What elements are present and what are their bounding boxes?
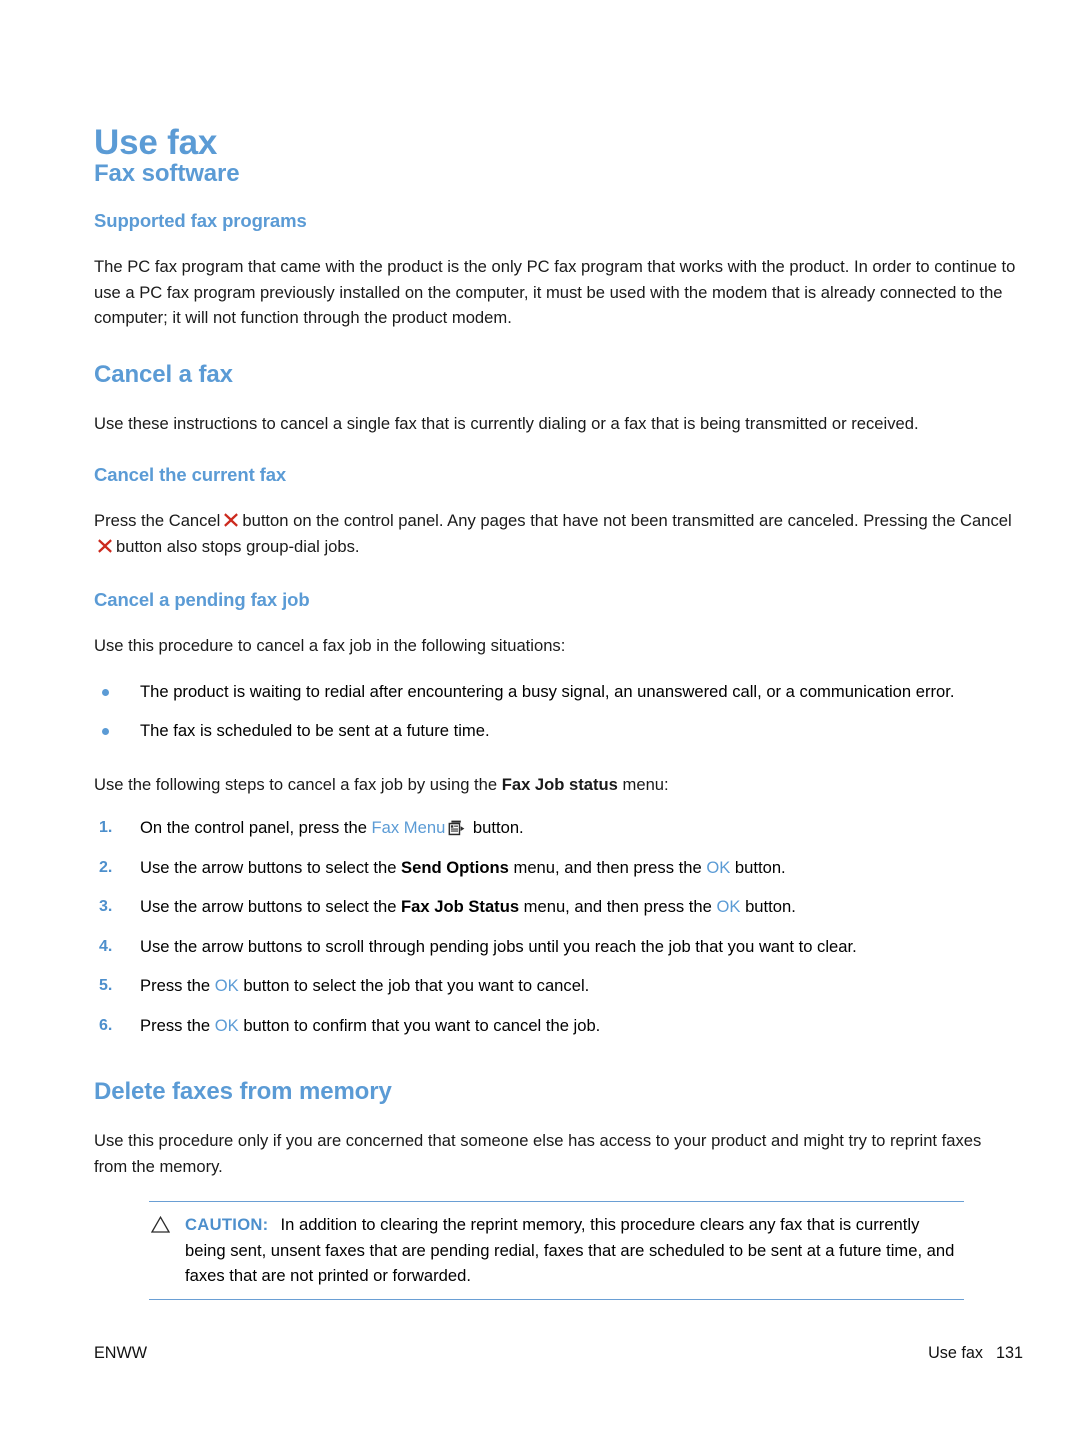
cancel-line-end: button also stops group-dial jobs. <box>116 536 360 556</box>
document-page: Use fax Fax software Supported fax progr… <box>0 0 1080 1437</box>
fax-menu-label: Fax Menu <box>371 818 446 837</box>
list-item: The product is waiting to redial after e… <box>94 679 1019 705</box>
cancel-x-icon <box>223 512 239 528</box>
paragraph-pending-intro: Use this procedure to cancel a fax job i… <box>94 636 566 655</box>
step-text-mid: menu, and then press the <box>519 897 717 916</box>
list-item-text: The product is waiting to redial after e… <box>140 681 955 701</box>
heading-cancel-a-pending-fax-job: Cancel a pending fax job <box>94 589 310 610</box>
step-item-5: 5. Press the OK button to select the job… <box>94 973 1019 999</box>
paragraph-steps-intro: Use the following steps to cancel a fax … <box>94 772 1019 798</box>
ok-label: OK <box>716 897 741 916</box>
fax-menu-icon <box>448 820 465 836</box>
step-text-post: button. <box>740 897 796 916</box>
step-text-post: button. <box>730 857 786 877</box>
cancel-job-steps-list: 1. On the control panel, press the Fax M… <box>94 815 1019 1038</box>
steps-intro-pre: Use the following steps to cancel a fax … <box>94 774 502 794</box>
step-text-pre: On the control panel, press the <box>140 818 372 837</box>
step-number: 5. <box>99 977 113 994</box>
caution-label: CAUTION: <box>185 1215 269 1234</box>
cancel-x-icon-2 <box>97 538 113 554</box>
steps-intro-bold: Fax Job status <box>501 774 618 794</box>
step-text-pre: Press the <box>140 1015 215 1035</box>
step-item-4: 4. Use the arrow buttons to scroll throu… <box>94 934 1019 960</box>
page-content: Fax software Supported fax programs The … <box>94 160 1019 1300</box>
step-number: 1. <box>99 819 113 836</box>
step-item-2: 2. Use the arrow buttons to select the S… <box>94 855 1019 881</box>
step-text-pre: Use the arrow buttons to scroll through … <box>140 936 857 956</box>
ok-label: OK <box>706 857 731 877</box>
step-text-post: button. <box>468 818 524 837</box>
paragraph-cancel-current-fax: Press the Cancel button on the control pa… <box>94 508 1019 559</box>
heading-cancel-the-current-fax: Cancel the current fax <box>94 464 287 485</box>
ok-label: OK <box>214 976 239 995</box>
step-item-1: 1. On the control panel, press the Fax M… <box>94 815 1019 841</box>
step-text-mid: menu, and then press the <box>508 857 707 877</box>
heading-cancel-a-fax: Cancel a fax <box>94 360 233 388</box>
step-text-bold: Send Options <box>401 857 509 877</box>
step-number: 3. <box>99 898 113 915</box>
footer-page-number: 131 <box>995 1344 1023 1362</box>
pending-situations-list: The product is waiting to redial after e… <box>94 679 1019 744</box>
heading-delete-faxes-from-memory: Delete faxes from memory <box>94 1078 392 1105</box>
step-text-pre: Use the arrow buttons to select the <box>140 857 402 877</box>
caution-content: CAUTION: In addition to clearing the repr… <box>149 1212 964 1289</box>
step-item-3: 3. Use the arrow buttons to select the F… <box>94 894 1019 920</box>
ok-label: OK <box>214 1015 239 1035</box>
footer-left-label: ENWW <box>94 1344 148 1362</box>
caution-text: In addition to clearing the reprint memo… <box>185 1215 955 1285</box>
step-item-6: 6. Press the OK button to confirm that y… <box>94 1013 1019 1039</box>
step-number: 2. <box>99 858 113 876</box>
cancel-line-post: button on the control panel. Any pages t… <box>242 511 1012 530</box>
step-text-post: button to confirm that you want to cance… <box>238 1015 601 1035</box>
footer-section-label: Use fax <box>928 1344 983 1362</box>
page-footer: ENWW Use fax 131 <box>94 1344 1023 1363</box>
paragraph-delete-faxes: Use this procedure only if you are conce… <box>94 1131 982 1176</box>
warning-triangle-icon <box>151 1216 170 1233</box>
cancel-line-pre: Press the Cancel <box>94 511 221 530</box>
paragraph-cancel-a-fax: Use these instructions to cancel a singl… <box>94 413 919 433</box>
paragraph-supported-fax-programs: The PC fax program that came with the pr… <box>94 257 1016 327</box>
step-number: 4. <box>99 937 113 955</box>
heading-fax-software: Fax software <box>94 160 240 187</box>
step-text-post: button to select the job that you want t… <box>238 976 590 995</box>
step-number: 6. <box>99 1016 113 1034</box>
list-item: The fax is scheduled to be sent at a fut… <box>94 718 1019 744</box>
caution-admonition: CAUTION: In addition to clearing the repr… <box>149 1201 964 1300</box>
page-title: Use fax <box>94 123 218 163</box>
heading-supported-fax-programs: Supported fax programs <box>94 210 307 231</box>
list-item-text: The fax is scheduled to be sent at a fut… <box>140 721 490 740</box>
step-text-bold: Fax Job Status <box>401 897 520 916</box>
step-text-pre: Press the <box>140 976 215 995</box>
footer-right: Use fax 131 <box>928 1344 1023 1363</box>
steps-intro-post: menu: <box>617 774 669 794</box>
step-text-pre: Use the arrow buttons to select the <box>140 897 402 916</box>
